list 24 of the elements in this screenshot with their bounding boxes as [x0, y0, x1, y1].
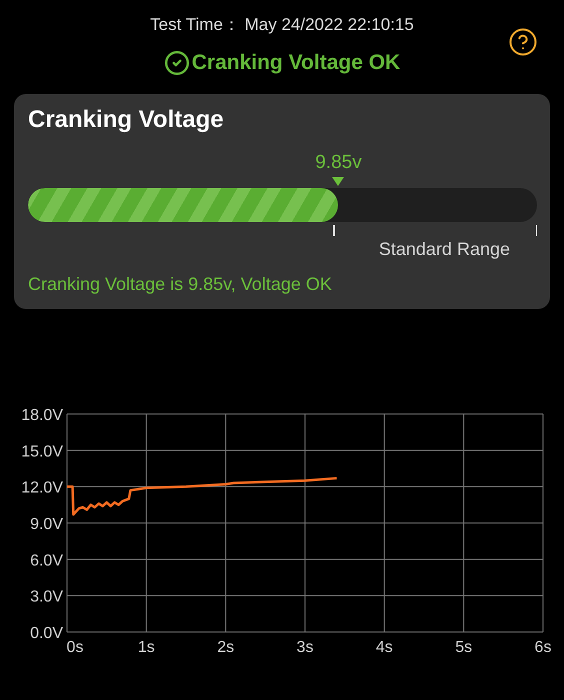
range-label: Standard Range — [378, 239, 510, 260]
x-axis-label: 2s — [217, 639, 234, 656]
x-axis-label: 3s — [296, 639, 314, 656]
help-icon[interactable] — [508, 27, 538, 57]
y-axis-label: 15.0V — [21, 443, 63, 460]
x-axis-label: 1s — [138, 639, 155, 656]
x-axis-label: 5s — [455, 639, 472, 656]
check-circle-icon — [164, 50, 190, 76]
card-title: Cranking Voltage — [28, 106, 224, 134]
test-time: Test Time： May 24/2022 22:10:15 — [150, 14, 414, 36]
y-axis-label: 6.0V — [30, 552, 63, 570]
result-message: Cranking Voltage is 9.85v, Voltage OK — [28, 274, 332, 295]
status-text: Cranking Voltage OK — [192, 51, 400, 75]
y-axis-label: 0.0V — [30, 625, 63, 642]
x-axis-label: 4s — [376, 639, 393, 656]
y-axis-label: 3.0V — [30, 588, 63, 606]
voltage-reading: 9.85v — [315, 152, 362, 174]
x-axis-label: 6s — [534, 639, 552, 656]
range-tick — [333, 225, 335, 236]
y-axis-label: 9.0V — [30, 516, 63, 533]
y-axis-label: 18.0V — [21, 407, 63, 424]
x-axis-label: 0s — [66, 639, 84, 656]
y-axis-label: 12.0V — [21, 480, 63, 497]
range-tick — [536, 225, 537, 236]
